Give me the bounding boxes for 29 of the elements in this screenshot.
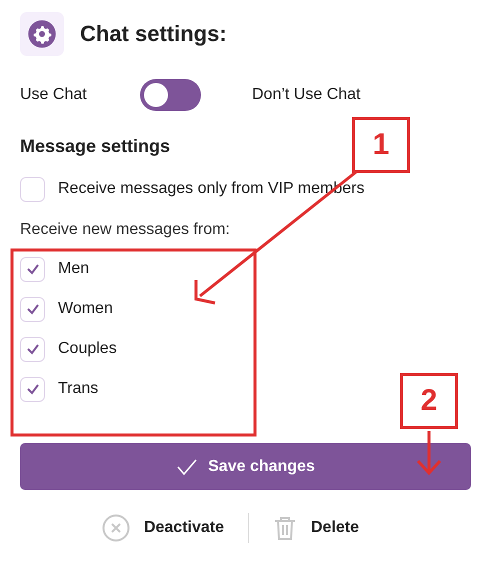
check-icon	[26, 303, 40, 315]
checkbox-label: Trans	[58, 380, 98, 398]
checkbox[interactable]	[20, 256, 45, 282]
checkbox[interactable]	[20, 176, 45, 202]
check-icon	[26, 383, 40, 395]
checkbox-label: Couples	[58, 340, 117, 358]
toggle-label: Don’t Use Chat	[252, 86, 360, 104]
options-label: Receive new messages from:	[20, 221, 230, 239]
toggle-label: Use Chat	[20, 86, 88, 104]
close-circle-icon	[102, 514, 130, 542]
chat-toggle[interactable]	[140, 79, 201, 111]
callout-number: 1	[352, 117, 410, 173]
checkbox-label: Women	[58, 300, 113, 318]
save-button[interactable]: Save changes	[20, 443, 471, 490]
trash-icon	[273, 515, 297, 541]
checkbox[interactable]	[20, 376, 45, 402]
checkbox-label: Men	[58, 260, 90, 278]
check-icon	[26, 263, 40, 275]
deactivate-button[interactable]: Deactivate	[78, 514, 248, 542]
settings-icon	[20, 12, 64, 56]
checkbox[interactable]	[20, 336, 45, 362]
check-icon	[176, 458, 198, 476]
delete-button[interactable]: Delete	[249, 515, 384, 541]
callout-number: 2	[400, 373, 458, 429]
callout-arrow	[416, 431, 442, 476]
check-icon	[26, 343, 40, 355]
settings-title: Chat settings:	[80, 21, 227, 47]
checkbox[interactable]	[20, 296, 45, 322]
section-heading: Message settings	[20, 136, 170, 157]
